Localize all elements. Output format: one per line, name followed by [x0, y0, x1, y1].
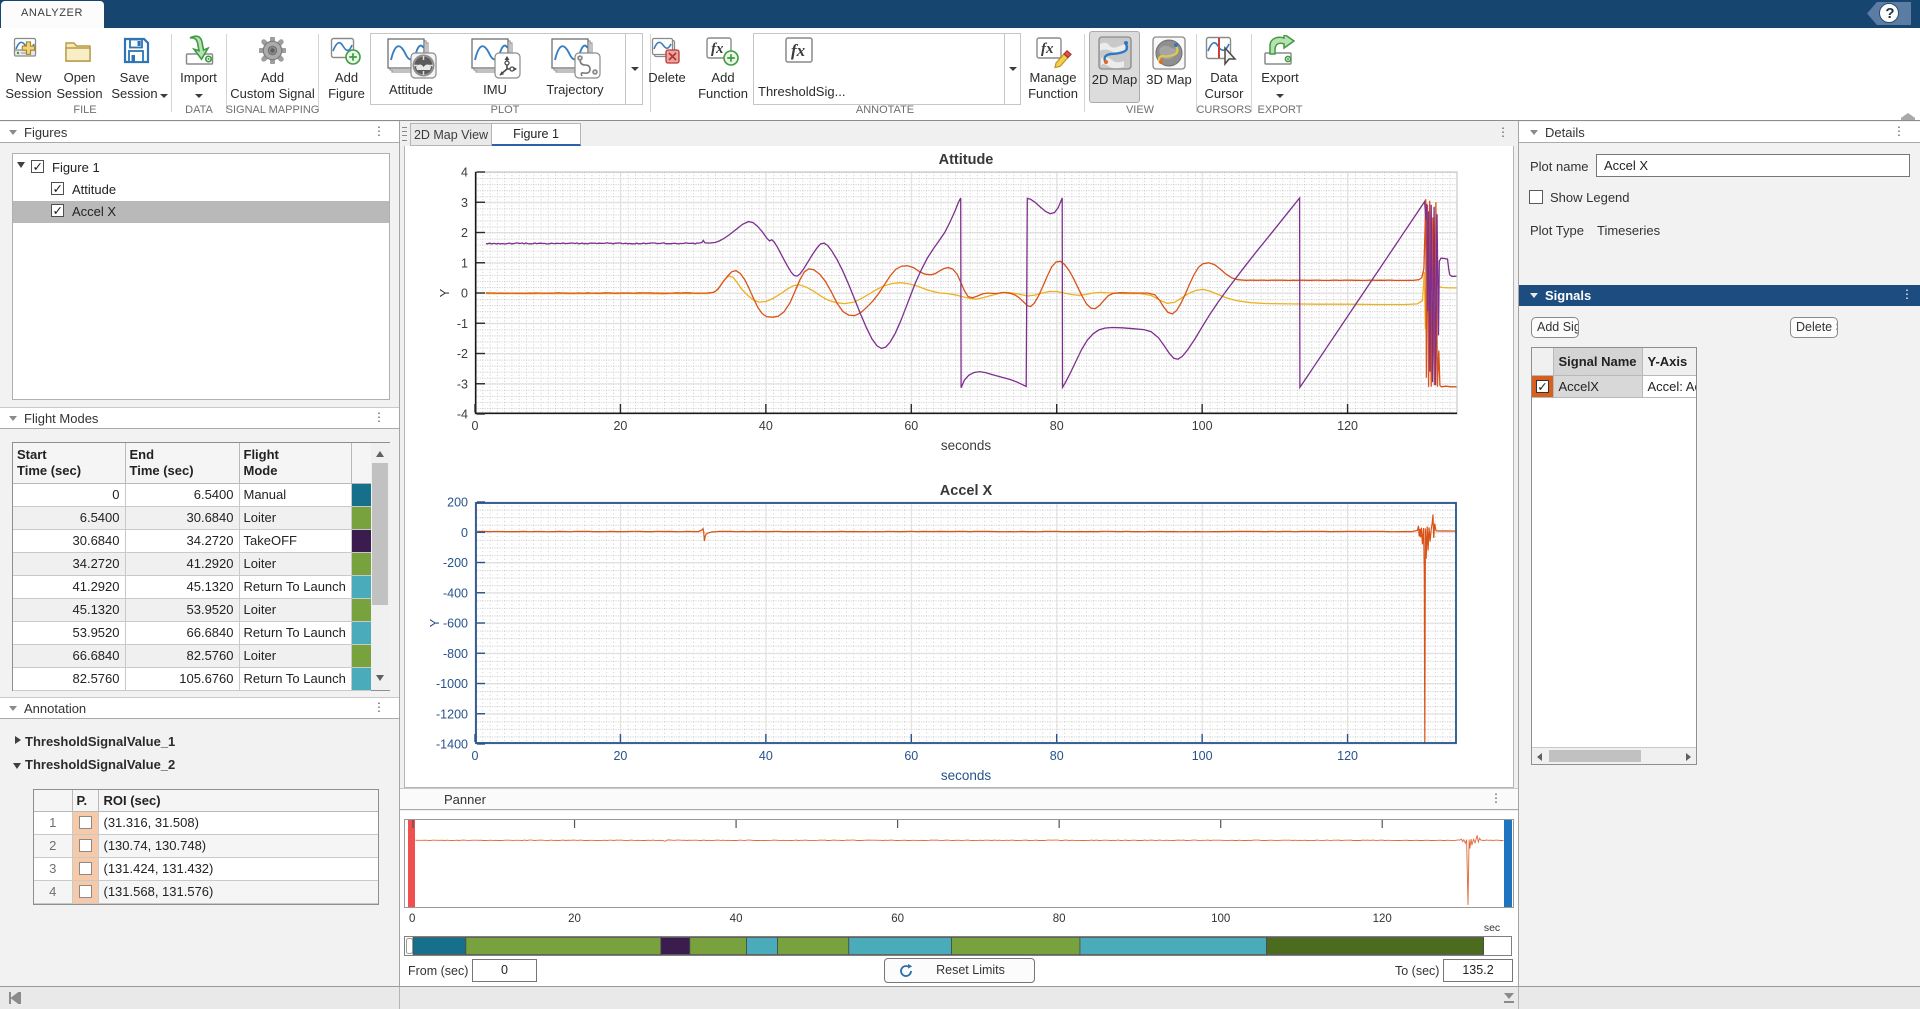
- svg-text:200: 200: [447, 496, 468, 510]
- svg-text:sec: sec: [1484, 922, 1500, 934]
- svg-text:120: 120: [1373, 913, 1392, 925]
- svg-text:-1: -1: [457, 317, 468, 331]
- svg-text:Y: Y: [427, 618, 442, 627]
- svg-text:20: 20: [613, 419, 627, 433]
- svg-text:120: 120: [1337, 419, 1358, 433]
- svg-text:2: 2: [461, 226, 468, 240]
- svg-text:fx: fx: [1041, 41, 1054, 57]
- svg-text:20: 20: [613, 749, 627, 763]
- svg-text:120: 120: [1337, 749, 1358, 763]
- svg-text:1: 1: [461, 256, 468, 270]
- svg-text:-1200: -1200: [436, 707, 468, 721]
- svg-text:fx: fx: [711, 41, 724, 57]
- svg-text:0: 0: [461, 526, 468, 540]
- svg-text:-600: -600: [443, 617, 468, 631]
- svg-text:0: 0: [472, 419, 479, 433]
- svg-text:seconds: seconds: [941, 768, 992, 783]
- svg-text:-200: -200: [443, 556, 468, 570]
- svg-text:80: 80: [1050, 419, 1064, 433]
- svg-text:-4: -4: [457, 408, 468, 422]
- svg-text:100: 100: [1192, 749, 1213, 763]
- svg-text:60: 60: [904, 749, 918, 763]
- svg-text:100: 100: [1192, 419, 1213, 433]
- svg-text:seconds: seconds: [941, 438, 992, 453]
- svg-text:60: 60: [904, 419, 918, 433]
- svg-text:0: 0: [472, 749, 479, 763]
- svg-text:-3: -3: [457, 377, 468, 391]
- svg-text:fx: fx: [791, 41, 806, 60]
- svg-text:Y: Y: [437, 288, 452, 297]
- svg-text:60: 60: [891, 913, 904, 925]
- svg-text:3: 3: [461, 196, 468, 210]
- svg-text:40: 40: [730, 913, 743, 925]
- svg-text:40: 40: [759, 419, 773, 433]
- svg-text:-1400: -1400: [436, 738, 468, 752]
- svg-text:20: 20: [568, 913, 581, 925]
- svg-text:0: 0: [461, 287, 468, 301]
- svg-text:80: 80: [1050, 749, 1064, 763]
- svg-text:80: 80: [1053, 913, 1066, 925]
- svg-text:-800: -800: [443, 647, 468, 661]
- svg-text:-2: -2: [457, 347, 468, 361]
- svg-text:-1000: -1000: [436, 677, 468, 691]
- svg-text:-400: -400: [443, 586, 468, 600]
- svg-text:40: 40: [759, 749, 773, 763]
- svg-text:4: 4: [461, 166, 468, 180]
- svg-text:0: 0: [409, 913, 415, 925]
- svg-text:100: 100: [1211, 913, 1230, 925]
